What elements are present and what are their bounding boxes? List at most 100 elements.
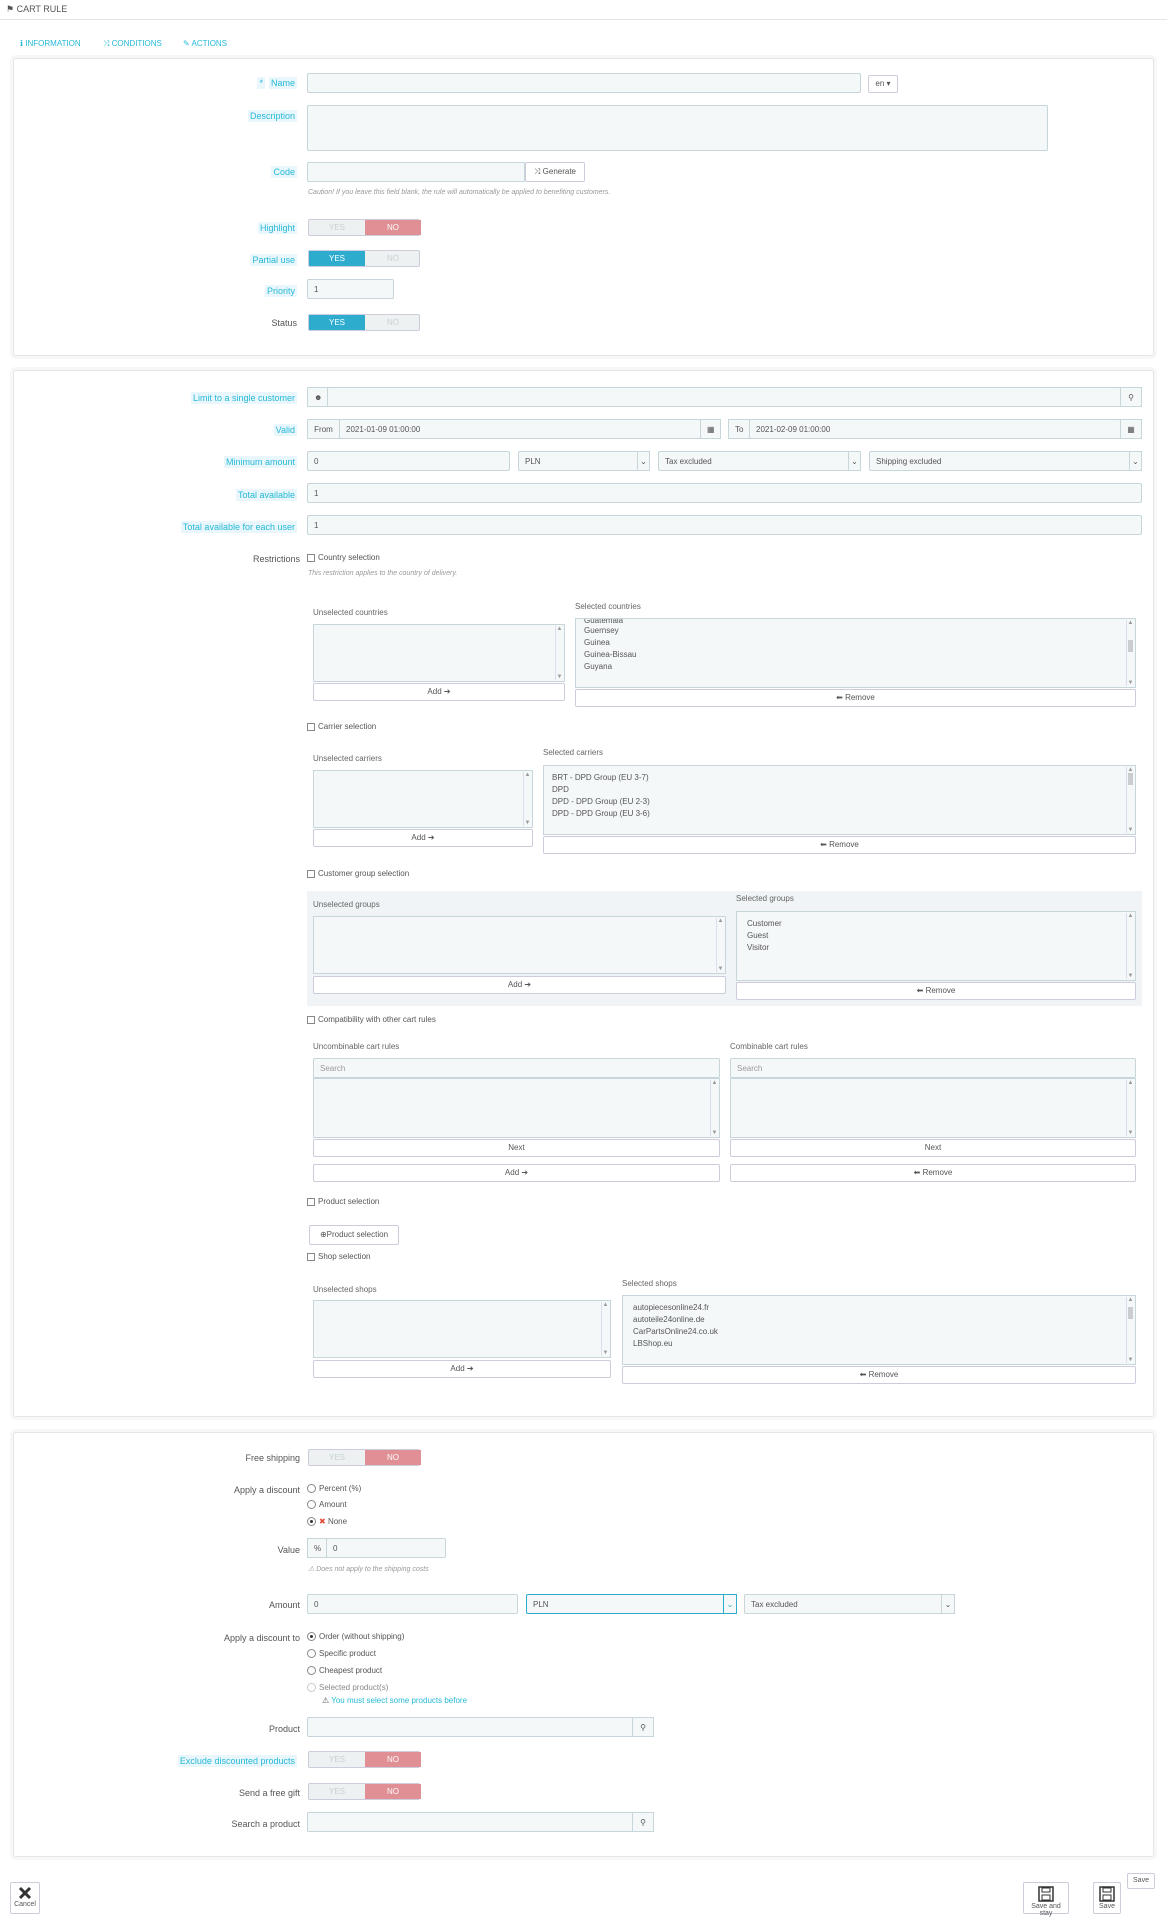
- selected-countries-list[interactable]: Guatemala Guernsey Guinea Guinea-Bissau …: [575, 618, 1136, 688]
- list-item[interactable]: DPD - DPD Group (EU 3-6): [544, 808, 1135, 820]
- generate-button[interactable]: ⤨ Generate: [525, 162, 585, 182]
- min-amount-tax-select[interactable]: Tax excluded: [658, 451, 861, 471]
- language-dropdown[interactable]: en ▾: [868, 75, 898, 93]
- save-and-stay-button[interactable]: Save and stay: [1023, 1882, 1069, 1917]
- min-amount-input[interactable]: 0: [307, 451, 510, 471]
- product-search-input[interactable]: [307, 1717, 633, 1737]
- uncombinable-list[interactable]: ▲ ▼: [313, 1078, 720, 1138]
- list-item[interactable]: autoteile24online.de: [623, 1314, 1135, 1326]
- code-input[interactable]: [307, 162, 525, 182]
- scrollbar[interactable]: ▲ ▼: [555, 626, 563, 680]
- combinable-search-input[interactable]: Search: [730, 1058, 1136, 1078]
- customer-search-input[interactable]: [327, 387, 1121, 407]
- discount-amount-radio[interactable]: Amount: [307, 1500, 347, 1510]
- valid-from-input[interactable]: 2021-01-09 01:00:00: [339, 419, 701, 439]
- list-item[interactable]: DPD: [544, 784, 1135, 796]
- remove-shops-button[interactable]: ⬅ Remove: [622, 1366, 1136, 1384]
- selected-carriers-list[interactable]: BRT - DPD Group (EU 3-7) DPD DPD - DPD G…: [543, 765, 1136, 835]
- value-input[interactable]: 0: [326, 1538, 446, 1558]
- partial-use-switch[interactable]: YES NO: [308, 250, 420, 267]
- scrollbar[interactable]: ▲ ▼: [601, 1302, 609, 1356]
- apply-selected-radio[interactable]: Selected product(s): [307, 1683, 388, 1693]
- apply-order-radio[interactable]: Order (without shipping): [307, 1632, 404, 1642]
- uncombinable-next-button[interactable]: Next: [313, 1139, 720, 1157]
- list-item[interactable]: DPD - DPD Group (EU 2-3): [544, 796, 1135, 808]
- free-shipping-switch[interactable]: YES NO: [308, 1449, 421, 1466]
- add-groups-button[interactable]: Add ➔: [313, 976, 726, 994]
- scrollbar[interactable]: ▲ ▼: [1126, 1080, 1134, 1136]
- discount-percent-radio[interactable]: Percent (%): [307, 1484, 361, 1494]
- remove-countries-button[interactable]: ⬅ Remove: [575, 689, 1136, 707]
- valid-to-input[interactable]: 2021-02-09 01:00:00: [749, 419, 1121, 439]
- list-item[interactable]: Guyana: [576, 661, 1135, 673]
- list-item[interactable]: LBShop.eu: [623, 1338, 1135, 1350]
- free-gift-switch[interactable]: YES NO: [308, 1783, 421, 1800]
- carrier-selection-checkbox[interactable]: Carrier selection: [307, 722, 376, 731]
- unselected-countries-list[interactable]: ▲ ▼: [313, 624, 565, 682]
- list-item[interactable]: Guest: [737, 930, 1135, 942]
- scrollbar[interactable]: ▲ ▼: [716, 918, 724, 972]
- list-item[interactable]: Guernsey: [576, 625, 1135, 637]
- shop-selection-checkbox[interactable]: Shop selection: [307, 1252, 370, 1261]
- status-switch[interactable]: YES NO: [308, 314, 420, 331]
- compatibility-checkbox[interactable]: Compatibility with other cart rules: [307, 1015, 436, 1024]
- list-item[interactable]: Visitor: [737, 942, 1135, 954]
- calendar-icon[interactable]: ▦: [700, 419, 721, 439]
- product-selection-button[interactable]: ⊕Product selection: [309, 1225, 399, 1245]
- calendar-icon[interactable]: ▦: [1120, 419, 1142, 439]
- apply-specific-radio[interactable]: Specific product: [307, 1649, 376, 1659]
- remove-combinable-button[interactable]: ⬅ Remove: [730, 1164, 1136, 1182]
- list-item[interactable]: Guinea-Bissau: [576, 649, 1135, 661]
- description-textarea[interactable]: [307, 105, 1048, 151]
- scrollbar[interactable]: ▲ ▼: [1126, 913, 1134, 979]
- add-carriers-button[interactable]: Add ➔: [313, 829, 533, 847]
- scrollbar[interactable]: ▲ ▼: [1126, 1297, 1134, 1363]
- list-item[interactable]: Customer: [737, 918, 1135, 930]
- amount-input[interactable]: 0: [307, 1594, 518, 1614]
- selected-groups-list[interactable]: Customer Guest Visitor ▲ ▼: [736, 911, 1136, 981]
- cancel-button[interactable]: Cancel: [10, 1882, 40, 1914]
- apply-cheapest-radio[interactable]: Cheapest product: [307, 1666, 382, 1676]
- unselected-groups-list[interactable]: ▲ ▼: [313, 916, 726, 974]
- priority-input[interactable]: 1: [307, 279, 394, 299]
- unselected-shops-list[interactable]: ▲ ▼: [313, 1300, 611, 1358]
- tab-information[interactable]: ℹ INFORMATION: [20, 39, 81, 48]
- group-selection-checkbox[interactable]: Customer group selection: [307, 869, 409, 878]
- selected-shops-list[interactable]: autopiecesonline24.fr autoteile24online.…: [622, 1295, 1136, 1365]
- unselected-carriers-list[interactable]: ▲ ▼: [313, 770, 533, 828]
- gift-product-search-input[interactable]: [307, 1812, 633, 1832]
- combinable-list[interactable]: ▲ ▼: [730, 1078, 1136, 1138]
- exclude-discounted-switch[interactable]: YES NO: [308, 1751, 421, 1768]
- scrollbar[interactable]: ▲ ▼: [1126, 620, 1134, 686]
- add-countries-button[interactable]: Add ➔: [313, 683, 565, 701]
- product-selection-checkbox[interactable]: Product selection: [307, 1197, 379, 1206]
- add-uncombinable-button[interactable]: Add ➔: [313, 1164, 720, 1182]
- tab-conditions[interactable]: ⤨ CONDITIONS: [103, 39, 162, 49]
- amount-tax-select[interactable]: Tax excluded: [744, 1594, 955, 1614]
- min-amount-shipping-select[interactable]: Shipping excluded: [869, 451, 1142, 471]
- total-each-user-input[interactable]: 1: [307, 515, 1142, 535]
- list-item[interactable]: CarPartsOnline24.co.uk: [623, 1326, 1135, 1338]
- combinable-next-button[interactable]: Next: [730, 1139, 1136, 1157]
- remove-groups-button[interactable]: ⬅ Remove: [736, 982, 1136, 1000]
- scrollbar[interactable]: ▲ ▼: [523, 772, 531, 826]
- search-icon[interactable]: ⚲: [632, 1812, 654, 1832]
- remove-carriers-button[interactable]: ⬅ Remove: [543, 836, 1136, 854]
- name-input[interactable]: [307, 73, 861, 93]
- search-icon[interactable]: ⚲: [632, 1717, 654, 1737]
- tab-actions[interactable]: ✎ ACTIONS: [183, 39, 227, 48]
- discount-none-radio[interactable]: ✖ None: [307, 1517, 347, 1527]
- min-amount-currency-select[interactable]: PLN: [518, 451, 650, 471]
- highlight-switch[interactable]: YES NO: [308, 219, 421, 236]
- scrollbar[interactable]: ▲ ▼: [1126, 767, 1134, 833]
- search-icon[interactable]: ⚲: [1120, 387, 1142, 407]
- list-item[interactable]: BRT - DPD Group (EU 3-7): [544, 772, 1135, 784]
- scrollbar[interactable]: ▲ ▼: [710, 1080, 718, 1136]
- amount-currency-select[interactable]: PLN: [526, 1594, 737, 1614]
- list-item[interactable]: Guinea: [576, 637, 1135, 649]
- total-available-input[interactable]: 1: [307, 483, 1142, 503]
- save-button[interactable]: Save: [1093, 1882, 1121, 1914]
- country-selection-checkbox[interactable]: Country selection: [307, 553, 380, 562]
- add-shops-button[interactable]: Add ➔: [313, 1360, 611, 1378]
- list-item[interactable]: autopiecesonline24.fr: [623, 1302, 1135, 1314]
